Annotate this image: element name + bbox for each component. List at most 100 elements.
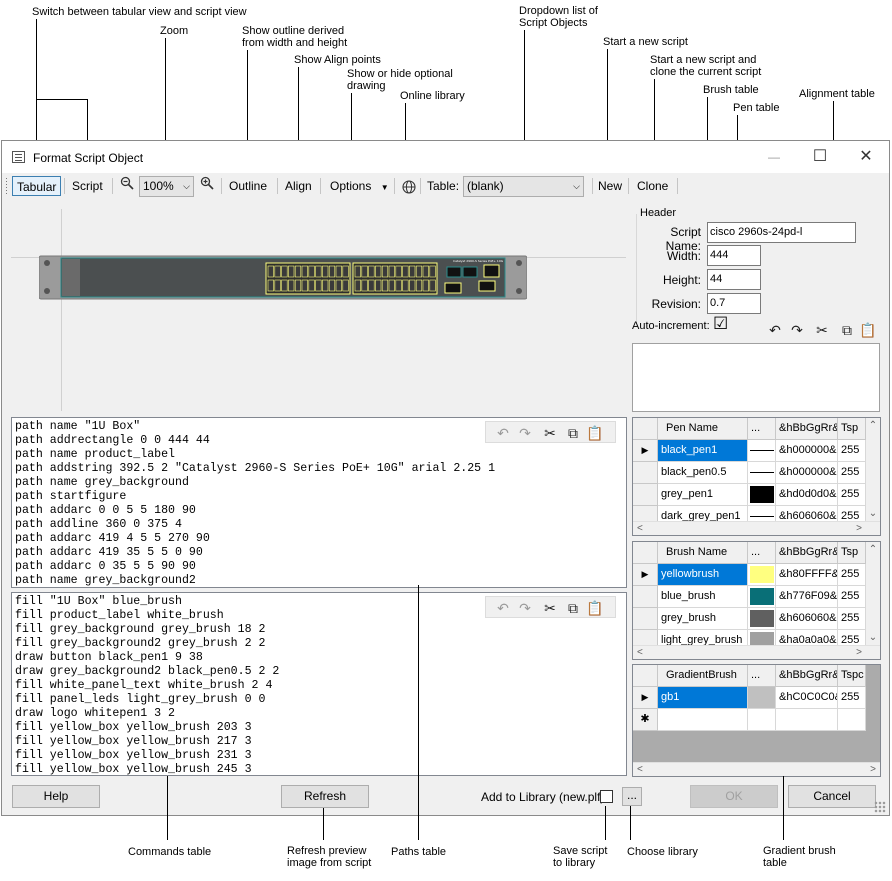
brush-name-cell[interactable]: blue_brush <box>658 586 748 608</box>
row-selector[interactable] <box>633 586 658 608</box>
undo-icon[interactable]: ↶ <box>766 321 784 339</box>
undo-icon[interactable]: ↶ <box>494 424 512 442</box>
auto-increment-checkbox[interactable]: ☑ <box>713 315 728 332</box>
pen-color-cell[interactable]: &h000000& <box>776 462 838 484</box>
row-selector[interactable] <box>633 462 658 484</box>
paths-editor[interactable]: path name "1U Box" path addrectangle 0 0… <box>11 417 627 588</box>
cancel-button[interactable]: Cancel <box>788 785 876 808</box>
options-button[interactable]: Options ▼ <box>326 176 393 196</box>
minimize-button[interactable]: — <box>751 145 797 169</box>
ok-button[interactable]: OK <box>690 785 778 808</box>
pen-name-cell[interactable]: black_pen1 <box>658 440 748 462</box>
brush-table[interactable]: Brush Name ... &hBbGgRr& Tsp ▶ yellowbrus… <box>632 541 881 660</box>
new-row-cell[interactable] <box>838 709 866 731</box>
brush-tsp-cell[interactable]: 255 <box>838 608 866 630</box>
pen-tsp-cell[interactable]: 255 <box>838 484 866 506</box>
gradient-swatch-cell[interactable] <box>748 687 776 709</box>
paste-icon[interactable]: 📋 <box>586 599 604 617</box>
pen-table[interactable]: Pen Name ... &hBbGgRr& Tsp ▶ black_pen1 &h… <box>632 417 881 536</box>
pen-name-cell[interactable]: grey_pen1 <box>658 484 748 506</box>
globe-icon[interactable] <box>398 176 420 196</box>
pen-color-cell[interactable]: &hd0d0d0& <box>776 484 838 506</box>
clone-button[interactable]: Clone <box>633 176 672 196</box>
paste-icon[interactable]: 📋 <box>859 321 877 339</box>
chevron-left-icon[interactable]: < <box>637 523 643 534</box>
new-row-cell[interactable] <box>748 709 776 731</box>
row-selector[interactable] <box>633 608 658 630</box>
chevron-right-icon[interactable]: > <box>856 522 862 535</box>
redo-icon[interactable]: ↷ <box>516 599 534 617</box>
gradient-name-cell[interactable]: gb1 <box>658 687 748 709</box>
chevron-right-icon[interactable]: > <box>870 763 876 776</box>
row-selector[interactable]: ▶ <box>633 564 658 586</box>
width-field[interactable]: 444 <box>707 245 761 266</box>
brush-table-vscroll[interactable]: ⌃ ⌄ <box>866 542 880 645</box>
close-button[interactable]: ✕ <box>843 145 889 169</box>
zoom-in-icon[interactable] <box>196 176 218 196</box>
zoom-select[interactable]: 100% ⌵ <box>139 176 194 197</box>
chevron-up-icon[interactable]: ⌃ <box>866 544 880 555</box>
maximize-button[interactable]: ☐ <box>797 145 843 169</box>
pen-name-cell[interactable]: black_pen0.5 <box>658 462 748 484</box>
redo-icon[interactable]: ↷ <box>516 424 534 442</box>
commands-editor[interactable]: fill "1U Box" blue_brush fill product_la… <box>11 592 627 776</box>
copy-icon[interactable]: ⧉ <box>838 321 856 339</box>
brush-col-name[interactable]: Brush Name <box>658 542 748 564</box>
row-selector[interactable]: ▶ <box>633 440 658 462</box>
brush-tsp-cell[interactable]: 255 <box>838 586 866 608</box>
preview-canvas[interactable]: Catalyst 2960-S Series PoE+ 10G <box>11 209 626 411</box>
zoom-out-icon[interactable] <box>116 176 138 196</box>
height-field[interactable]: 44 <box>707 269 761 290</box>
chevron-up-icon[interactable]: ⌃ <box>866 420 880 431</box>
gradient-table-hscroll[interactable]: < > <box>633 762 880 776</box>
new-button[interactable]: New <box>594 176 626 196</box>
outline-button[interactable]: Outline <box>225 176 271 196</box>
gradient-table[interactable]: GradientBrush ... &hBbGgRr& Tspc ▶ gb1 &hC… <box>632 664 881 777</box>
save-to-library-checkbox[interactable] <box>600 790 613 803</box>
resize-grip-icon[interactable] <box>874 801 886 813</box>
copy-icon[interactable]: ⧉ <box>564 424 582 442</box>
refresh-button[interactable]: Refresh <box>281 785 369 808</box>
gradient-col-swatch[interactable]: ... <box>748 665 776 687</box>
gradient-tsp-cell[interactable]: 255 <box>838 687 866 709</box>
alignment-table[interactable] <box>632 343 880 412</box>
revision-field[interactable]: 0.7 <box>707 293 761 314</box>
brush-color-cell[interactable]: &h606060& <box>776 608 838 630</box>
script-button[interactable]: Script <box>68 176 107 196</box>
pen-swatch-cell[interactable] <box>748 484 776 506</box>
pen-col-tsp[interactable]: Tsp <box>838 418 866 440</box>
brush-color-cell[interactable]: &h776F09& <box>776 586 838 608</box>
brush-col-tsp[interactable]: Tsp <box>838 542 866 564</box>
pen-tsp-cell[interactable]: 255 <box>838 462 866 484</box>
gradient-col-tsp[interactable]: Tspc <box>838 665 866 687</box>
chevron-right-icon[interactable]: > <box>856 646 862 659</box>
brush-swatch-cell[interactable] <box>748 586 776 608</box>
redo-icon[interactable]: ↷ <box>788 321 806 339</box>
pen-col-color[interactable]: &hBbGgRr& <box>776 418 838 440</box>
brush-col-swatch[interactable]: ... <box>748 542 776 564</box>
chevron-down-icon[interactable]: ⌄ <box>866 632 880 643</box>
pen-table-hscroll[interactable]: < > <box>633 521 880 535</box>
brush-col-color[interactable]: &hBbGgRr& <box>776 542 838 564</box>
commands-code[interactable]: fill "1U Box" blue_brush fill product_la… <box>15 595 279 775</box>
tabular-button[interactable]: Tabular <box>12 176 62 196</box>
help-button[interactable]: Help <box>12 785 100 808</box>
gradient-col-color[interactable]: &hBbGgRr& <box>776 665 838 687</box>
undo-icon[interactable]: ↶ <box>494 599 512 617</box>
chevron-left-icon[interactable]: < <box>637 764 643 775</box>
pen-col-style[interactable]: ... <box>748 418 776 440</box>
cut-icon[interactable]: ✂ <box>541 424 559 442</box>
copy-icon[interactable]: ⧉ <box>564 599 582 617</box>
brush-tsp-cell[interactable]: 255 <box>838 564 866 586</box>
new-row-cell[interactable] <box>658 709 748 731</box>
pen-color-cell[interactable]: &h000000& <box>776 440 838 462</box>
pen-swatch-cell[interactable] <box>748 462 776 484</box>
row-selector[interactable]: ▶ <box>633 687 658 709</box>
script-name-field[interactable]: cisco 2960s-24pd-l <box>707 222 856 243</box>
pen-table-vscroll[interactable]: ⌃ ⌄ <box>866 418 880 521</box>
cut-icon[interactable]: ✂ <box>813 321 831 339</box>
paths-code[interactable]: path name "1U Box" path addrectangle 0 0… <box>15 420 495 587</box>
pen-tsp-cell[interactable]: 255 <box>838 440 866 462</box>
gradient-col-name[interactable]: GradientBrush <box>658 665 748 687</box>
choose-library-button[interactable]: ... <box>622 787 642 806</box>
